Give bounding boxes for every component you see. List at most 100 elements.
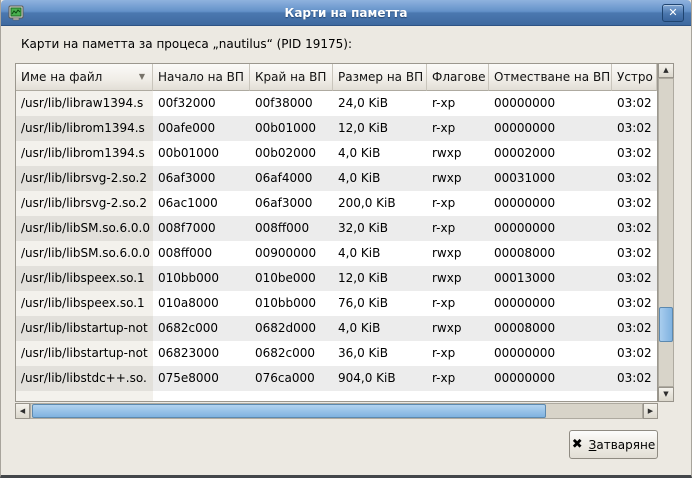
table-cell: 00000000	[489, 341, 612, 366]
table-cell: 0682c000	[153, 316, 250, 341]
table-cell: 00900000	[250, 241, 333, 266]
table-cell: /usr/lib/libSM.so.6.0.0	[16, 241, 153, 266]
table-cell: 00000000	[489, 291, 612, 316]
table-cell: 76,0 KiB	[333, 291, 427, 316]
table-cell: 00b02000	[250, 141, 333, 166]
table-row[interactable]: /usr/lib/libraw1394.s00f3200000f3800024,…	[16, 91, 657, 116]
sort-descending-icon: ▼	[139, 73, 145, 81]
table-cell: 0682c000	[250, 341, 333, 366]
table-cell: 4,0 KiB	[333, 241, 427, 266]
table-cell: 00b01000	[153, 141, 250, 166]
table-cell: 00008000	[489, 241, 612, 266]
table-cell: 03:02	[612, 241, 657, 266]
table-cell: 03:02	[612, 291, 657, 316]
table-cell: 00031000	[489, 166, 612, 191]
column-header-vm-start[interactable]: Начало на ВП	[153, 64, 250, 91]
table-cell: 03:02	[612, 216, 657, 241]
vertical-scrollbar[interactable]: ▲ ▼	[658, 63, 674, 402]
column-header-flags[interactable]: Флагове	[427, 64, 489, 91]
table-cell: 06af3000	[250, 191, 333, 216]
close-button[interactable]: ✖ Затваряне	[569, 430, 658, 459]
scroll-down-icon[interactable]: ▼	[658, 387, 674, 402]
table-cell: 00000000	[489, 366, 612, 391]
table-row[interactable]: /usr/lib/librsvg-2.so.206af300006af40004…	[16, 166, 657, 191]
table-cell: /usr/lib/librom1394.s	[16, 141, 153, 166]
table-cell: 00afe000	[153, 116, 250, 141]
table-cell: 010a8000	[153, 291, 250, 316]
table-cell: 36,0 KiB	[333, 341, 427, 366]
table-cell: r-xp	[427, 216, 489, 241]
table-cell: 03:02	[612, 116, 657, 141]
table-cell: 06823000	[153, 341, 250, 366]
table-row[interactable]: /usr/lib/libSM.so.6.0.0008ff000009000004…	[16, 241, 657, 266]
table-cell: r-xp	[427, 116, 489, 141]
column-header-device[interactable]: Устро	[612, 64, 657, 91]
table-cell: 06af3000	[153, 166, 250, 191]
table-cell: /usr/lib/librsvg-2.so.2	[16, 166, 153, 191]
table-cell: /usr/lib/libstartup-not	[16, 341, 153, 366]
table-row-partial	[16, 391, 657, 401]
column-header-vm-end[interactable]: Край на ВП	[250, 64, 333, 91]
table-row[interactable]: /usr/lib/librsvg-2.so.206ac100006af30002…	[16, 191, 657, 216]
table-row[interactable]: /usr/lib/libSM.so.6.0.0008f7000008ff0003…	[16, 216, 657, 241]
table-cell: r-xp	[427, 91, 489, 116]
titlebar[interactable]: Карти на паметта ✕	[1, 0, 691, 26]
table-cell: 076ca000	[250, 366, 333, 391]
table-cell: 00008000	[489, 316, 612, 341]
column-header-vm-size[interactable]: Размер на ВП	[333, 64, 427, 91]
horizontal-scrollbar-thumb[interactable]	[32, 404, 546, 418]
table-row[interactable]: /usr/lib/libstdc++.so.075e8000076ca00090…	[16, 366, 657, 391]
table-cell: rwxp	[427, 316, 489, 341]
scroll-left-icon[interactable]: ◀	[15, 403, 30, 419]
table-cell: r-xp	[427, 341, 489, 366]
table-cell: 4,0 KiB	[333, 141, 427, 166]
table-cell: 008f7000	[153, 216, 250, 241]
table-cell: 00b01000	[250, 116, 333, 141]
table-cell: 00000000	[489, 191, 612, 216]
table-cell: 010bb000	[250, 291, 333, 316]
vertical-scrollbar-thumb[interactable]	[659, 307, 673, 342]
table-row[interactable]: /usr/lib/librom1394.s00b0100000b020004,0…	[16, 141, 657, 166]
table-cell: 00000000	[489, 116, 612, 141]
table-cell: 03:02	[612, 166, 657, 191]
table-cell: rwxp	[427, 241, 489, 266]
process-heading: Карти на паметта за процеса „nautilus“ (…	[21, 37, 352, 51]
table-cell: 010be000	[250, 266, 333, 291]
memory-maps-table: Име на файл ▼ Начало на ВП Край на ВП Ра…	[15, 63, 658, 402]
window-title: Карти на паметта	[31, 6, 661, 20]
close-button-label: Затваряне	[589, 438, 656, 452]
scroll-right-icon[interactable]: ▶	[643, 403, 658, 419]
table-row[interactable]: /usr/lib/librom1394.s00afe00000b0100012,…	[16, 116, 657, 141]
titlebar-close-icon[interactable]: ✕	[662, 4, 684, 22]
table-cell: /usr/lib/libstdc++.so.	[16, 366, 153, 391]
table-cell: r-xp	[427, 291, 489, 316]
table-cell: 12,0 KiB	[333, 266, 427, 291]
table-cell: 03:02	[612, 341, 657, 366]
table-row[interactable]: /usr/lib/libstartup-not0682c0000682d0004…	[16, 316, 657, 341]
column-header-filename[interactable]: Име на файл ▼	[16, 64, 153, 91]
close-x-icon: ✖	[572, 438, 583, 451]
table-row[interactable]: /usr/lib/libspeex.so.1010a8000010bb00076…	[16, 291, 657, 316]
table-cell: 32,0 KiB	[333, 216, 427, 241]
table-cell: 00f38000	[250, 91, 333, 116]
table-cell: 075e8000	[153, 366, 250, 391]
horizontal-scrollbar[interactable]: ◀ ▶	[15, 403, 658, 419]
table-cell: 4,0 KiB	[333, 316, 427, 341]
scroll-up-icon[interactable]: ▲	[658, 63, 674, 78]
system-monitor-icon	[8, 5, 24, 21]
table-cell: 03:02	[612, 91, 657, 116]
table-cell: 00013000	[489, 266, 612, 291]
table-row[interactable]: /usr/lib/libstartup-not068230000682c0003…	[16, 341, 657, 366]
table-cell: 00000000	[489, 91, 612, 116]
table-cell: r-xp	[427, 366, 489, 391]
table-cell: 008ff000	[153, 241, 250, 266]
table-cell: 03:02	[612, 141, 657, 166]
table-cell: /usr/lib/libspeex.so.1	[16, 291, 153, 316]
table-cell: 03:02	[612, 366, 657, 391]
table-header-row: Име на файл ▼ Начало на ВП Край на ВП Ра…	[16, 64, 657, 91]
table-cell: 200,0 KiB	[333, 191, 427, 216]
column-header-vm-offset[interactable]: Отместване на ВП	[489, 64, 612, 91]
table-row[interactable]: /usr/lib/libspeex.so.1010bb000010be00012…	[16, 266, 657, 291]
table-cell: 00f32000	[153, 91, 250, 116]
table-cell: 03:02	[612, 191, 657, 216]
